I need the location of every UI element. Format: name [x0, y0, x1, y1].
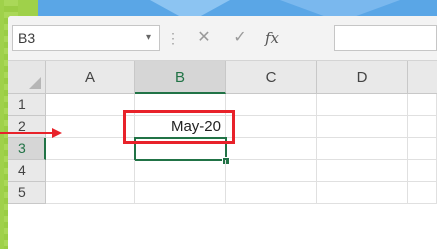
column-header-a[interactable]: A [46, 61, 135, 94]
cell-d2[interactable] [317, 116, 408, 138]
name-box-value: B3 [18, 30, 36, 46]
cancel-icon[interactable]: ✕ [192, 25, 216, 51]
cell-c2[interactable] [226, 116, 317, 138]
enter-icon[interactable]: ✓ [228, 25, 252, 51]
cell-b5[interactable] [135, 182, 226, 204]
cell-d4[interactable] [317, 160, 408, 182]
cell-e1[interactable] [408, 94, 437, 116]
cell-a1[interactable] [46, 94, 135, 116]
row-header-4[interactable]: 4 [8, 160, 46, 182]
column-header-e[interactable] [408, 61, 437, 94]
cell-c4[interactable] [226, 160, 317, 182]
cell-e5[interactable] [408, 182, 437, 204]
spreadsheet-window: B3 ▾ ⋮ ✕ ✓ fx A B C D 1 2 3 4 5 May-20 [8, 16, 437, 249]
row-header-1[interactable]: 1 [8, 94, 46, 116]
insert-function-icon[interactable]: fx [260, 25, 284, 51]
cell-c5[interactable] [226, 182, 317, 204]
arrow-right-icon [52, 128, 62, 138]
formula-bar-separator: ⋮ [166, 30, 180, 46]
row-header-3[interactable]: 3 [8, 138, 46, 160]
cell-c1[interactable] [226, 94, 317, 116]
formula-bar: B3 ▾ ⋮ ✕ ✓ fx [8, 16, 437, 61]
cell-a5[interactable] [46, 182, 135, 204]
name-box[interactable]: B3 ▾ [12, 25, 160, 51]
cell-d3[interactable] [317, 138, 408, 160]
select-all-button[interactable] [8, 61, 46, 94]
chevron-down-icon[interactable]: ▾ [146, 26, 151, 50]
cell-e4[interactable] [408, 160, 437, 182]
formula-input[interactable] [334, 25, 437, 51]
sheet-grid: A B C D 1 2 3 4 5 May-20 [8, 61, 437, 249]
cell-b4[interactable] [135, 160, 226, 182]
cell-a3[interactable] [46, 138, 135, 160]
column-header-d[interactable]: D [317, 61, 408, 94]
pointer-arrow-line [0, 132, 52, 134]
cell-d1[interactable] [317, 94, 408, 116]
row-header-2[interactable]: 2 [8, 116, 46, 138]
cell-a4[interactable] [46, 160, 135, 182]
highlight-box [123, 110, 235, 144]
column-header-c[interactable]: C [226, 61, 317, 94]
cell-e3[interactable] [408, 138, 437, 160]
cell-c3[interactable] [226, 138, 317, 160]
row-header-5[interactable]: 5 [8, 182, 46, 204]
cell-e2[interactable] [408, 116, 437, 138]
column-header-b[interactable]: B [135, 61, 226, 94]
cell-d5[interactable] [317, 182, 408, 204]
